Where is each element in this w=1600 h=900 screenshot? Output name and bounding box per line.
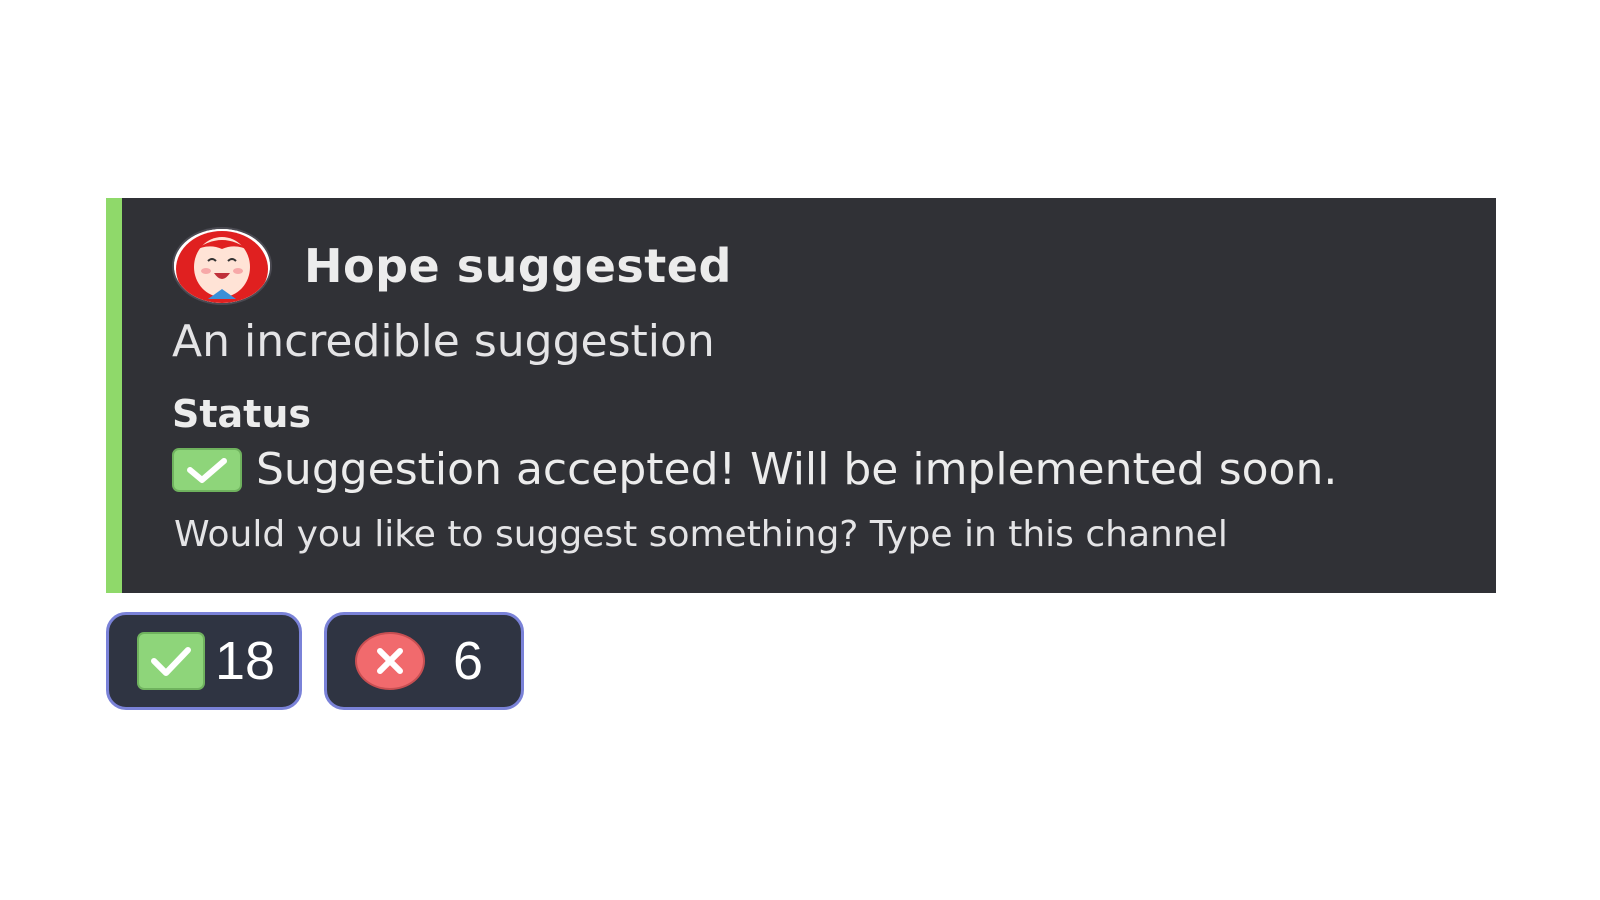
status-field-name: Status xyxy=(172,392,312,436)
embed-description: An incredible suggestion xyxy=(172,316,715,367)
cross-mark-icon xyxy=(355,632,425,690)
anime-girl-avatar-icon[interactable] xyxy=(174,229,270,303)
embed-author-name: Hope suggested xyxy=(304,239,732,293)
suggestion-embed: Hope suggested An incredible suggestion … xyxy=(106,198,1496,593)
reaction-bar: 18 6 xyxy=(106,612,546,710)
embed-footer: Would you like to suggest something? Typ… xyxy=(174,514,1228,555)
check-mark-icon xyxy=(172,447,242,492)
status-field-value: Suggestion accepted! Will be implemented… xyxy=(172,444,1337,495)
status-text: Suggestion accepted! Will be implemented… xyxy=(256,444,1338,495)
reaction-reject-count: 6 xyxy=(453,631,484,691)
reaction-approve-button[interactable]: 18 xyxy=(106,612,302,710)
reaction-approve-count: 18 xyxy=(215,631,276,691)
embed-accent-bar xyxy=(106,198,122,593)
embed-author: Hope suggested xyxy=(174,228,732,304)
reaction-reject-button[interactable]: 6 xyxy=(324,612,524,710)
check-mark-icon xyxy=(137,632,205,690)
